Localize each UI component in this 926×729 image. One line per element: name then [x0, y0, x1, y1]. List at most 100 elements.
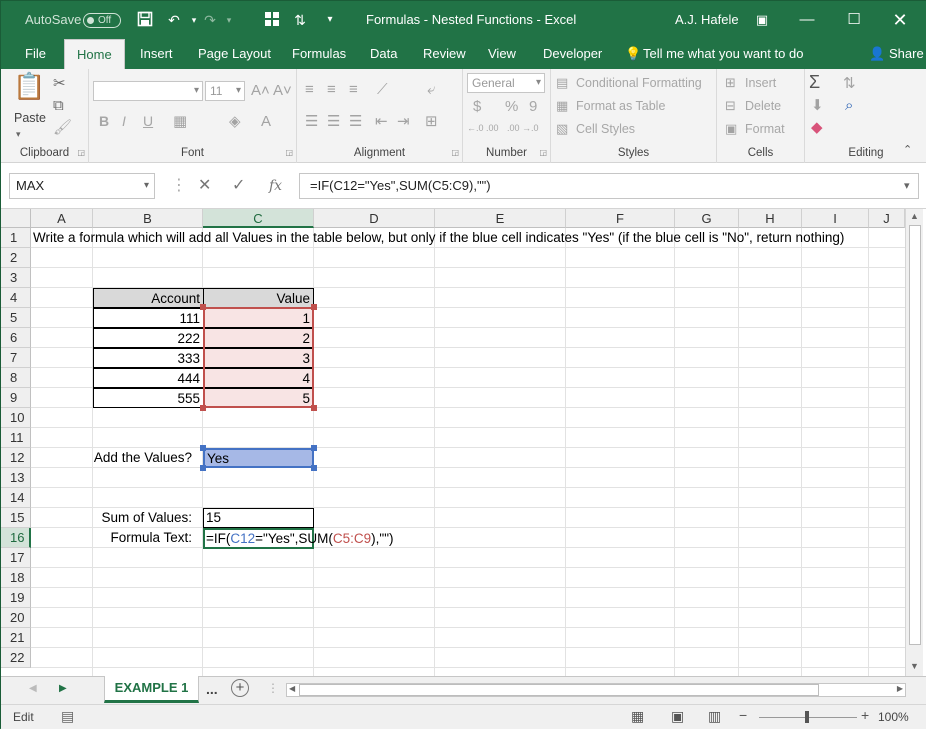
range-handle-tr[interactable]	[311, 304, 317, 310]
value-cell[interactable]: 1	[203, 308, 314, 328]
row-header-5[interactable]: 5	[1, 308, 31, 328]
add-values-label[interactable]: Add the Values?	[31, 448, 195, 468]
decrease-font-icon[interactable]: A˅	[273, 82, 292, 100]
insert-cells-button[interactable]: Insert	[745, 76, 776, 90]
macro-record-icon[interactable]: ▤	[61, 708, 74, 725]
currency-button[interactable]: $	[473, 98, 481, 115]
row-header-22[interactable]: 22	[1, 648, 31, 668]
align-right-icon[interactable]: ☰	[349, 113, 362, 131]
row-header-11[interactable]: 11	[1, 428, 31, 448]
wrap-text-icon[interactable]: ⤶	[427, 81, 435, 99]
insert-function-button[interactable]: fx	[269, 173, 282, 199]
range-handle-br[interactable]	[311, 405, 317, 411]
font-color-icon[interactable]: A	[261, 113, 271, 131]
formula-text-label[interactable]: Formula Text:	[31, 528, 195, 548]
collapse-ribbon-icon[interactable]: ⌃	[903, 141, 912, 159]
cell-styles-button[interactable]: Cell Styles	[576, 122, 635, 136]
zoom-in-icon[interactable]: +	[861, 707, 869, 723]
scroll-up-icon[interactable]: ▲	[910, 211, 919, 221]
autosave-toggle[interactable]: Off	[83, 13, 121, 28]
vertical-scroll-thumb[interactable]	[909, 225, 921, 645]
maximize-icon[interactable]: ☐	[843, 9, 865, 31]
italic-button[interactable]: I	[122, 113, 126, 129]
value-cell[interactable]: 2	[203, 328, 314, 348]
tell-me-search[interactable]: Tell me what you want to do	[641, 39, 805, 69]
middle-align-icon[interactable]: ≡	[327, 81, 336, 99]
row-header-7[interactable]: 7	[1, 348, 31, 368]
range-handle-tl[interactable]	[200, 304, 206, 310]
enter-formula-icon[interactable]: ✓	[232, 173, 245, 199]
zoom-out-icon[interactable]: −	[739, 707, 747, 723]
tab-page-layout[interactable]: Page Layout	[196, 39, 273, 69]
row-header-19[interactable]: 19	[1, 588, 31, 608]
align-left-icon[interactable]: ☰	[305, 113, 318, 131]
decrease-decimal-button[interactable]: .00 →.0	[507, 123, 539, 133]
row-header-3[interactable]: 3	[1, 268, 31, 288]
column-header-f[interactable]: F	[566, 209, 675, 228]
cut-icon[interactable]: ✂	[53, 75, 66, 93]
column-header-e[interactable]: E	[435, 209, 566, 228]
format-cells-button[interactable]: Format	[745, 122, 785, 136]
clear-icon[interactable]: ◆	[811, 119, 823, 137]
column-header-c[interactable]: C	[203, 209, 314, 228]
tab-data[interactable]: Data	[368, 39, 399, 69]
column-header-b[interactable]: B	[93, 209, 203, 228]
orientation-icon[interactable]: ⟋	[377, 81, 388, 99]
minimize-icon[interactable]: —	[796, 9, 818, 31]
fill-color-icon[interactable]: ◈	[229, 113, 241, 131]
sort-icon[interactable]: ⇅	[291, 11, 309, 29]
scroll-right-icon[interactable]: ▶	[897, 684, 903, 693]
select-all-corner[interactable]	[1, 209, 31, 228]
format-as-table-button[interactable]: Format as Table	[576, 99, 665, 113]
sort-filter-icon[interactable]: ⇅	[843, 75, 856, 93]
row-header-8[interactable]: 8	[1, 368, 31, 388]
horizontal-scrollbar[interactable]: ◀ ▶	[286, 683, 906, 697]
row-header-12[interactable]: 12	[1, 448, 31, 468]
name-box[interactable]: MAX	[9, 173, 155, 199]
instruction-cell[interactable]: Write a formula which will add all Value…	[33, 228, 844, 248]
column-header-d[interactable]: D	[314, 209, 435, 228]
expand-formula-bar-icon[interactable]: ▾	[904, 173, 910, 199]
account-cell[interactable]: 111	[93, 308, 204, 328]
value-header[interactable]: Value	[203, 288, 314, 308]
conditional-formatting-button[interactable]: Conditional Formatting	[576, 76, 702, 90]
redo-dropdown-icon[interactable]: ▾	[220, 11, 238, 29]
tab-home[interactable]: Home	[64, 39, 125, 69]
font-name-dropdown[interactable]	[93, 81, 203, 101]
percent-button[interactable]: %	[505, 98, 518, 115]
column-header-j[interactable]: J	[869, 209, 905, 228]
range-handle-bl[interactable]	[200, 405, 206, 411]
c12-handle-br[interactable]	[311, 465, 317, 471]
copy-icon[interactable]: ⧉	[53, 97, 64, 115]
column-header-h[interactable]: H	[739, 209, 802, 228]
increase-indent-icon[interactable]: ⇥	[397, 113, 410, 131]
tab-insert[interactable]: Insert	[138, 39, 175, 69]
tab-formulas[interactable]: Formulas	[290, 39, 348, 69]
format-painter-icon[interactable]: 🖌	[53, 119, 72, 137]
font-size-dropdown[interactable]: 11	[205, 81, 245, 101]
tab-file[interactable]: File	[23, 39, 48, 69]
account-cell[interactable]: 222	[93, 328, 204, 348]
column-header-a[interactable]: A	[31, 209, 93, 228]
merge-center-icon[interactable]: ⊞	[425, 113, 438, 131]
increase-font-icon[interactable]: A˄	[251, 82, 270, 100]
row-header-13[interactable]: 13	[1, 468, 31, 488]
account-cell[interactable]: 444	[93, 368, 204, 388]
c12-handle-tl[interactable]	[200, 445, 206, 451]
value-cell[interactable]: 3	[203, 348, 314, 368]
row-header-4[interactable]: 4	[1, 288, 31, 308]
row-header-16[interactable]: 16	[1, 528, 31, 548]
page-layout-view-icon[interactable]: ▣	[671, 708, 684, 725]
alignment-launcher-icon[interactable]: ◲	[451, 148, 459, 157]
share-button[interactable]: Share	[887, 39, 926, 69]
vertical-scrollbar[interactable]: ▲ ▼	[905, 209, 923, 676]
top-align-icon[interactable]: ≡	[305, 81, 314, 99]
zoom-level[interactable]: 100%	[878, 710, 909, 724]
save-icon[interactable]	[136, 11, 154, 29]
formula-edit-cell[interactable]: =IF(C12="Yes",SUM(C5:C9),"")	[203, 528, 394, 549]
comma-button[interactable]: 9	[529, 98, 537, 115]
prev-sheet-icon[interactable]: ◀	[29, 683, 37, 694]
delete-cells-button[interactable]: Delete	[745, 99, 781, 113]
scroll-left-icon[interactable]: ◀	[289, 684, 295, 693]
borders-icon[interactable]: ▦	[173, 113, 187, 131]
